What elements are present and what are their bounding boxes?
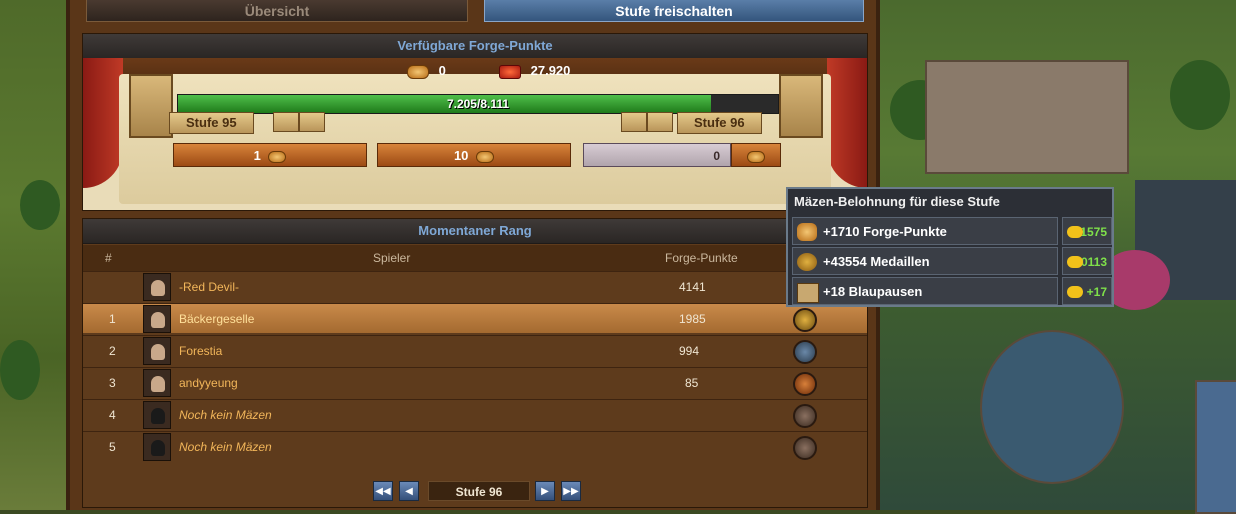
bonus-icon <box>1067 286 1083 298</box>
pager-label: Stufe 96 <box>428 481 530 501</box>
rank-panel: Momentaner Rang # Spieler Forge-Punkte B… <box>82 218 868 508</box>
tab-overview[interactable]: Übersicht <box>86 0 468 22</box>
available-fp-value: 0 <box>438 63 446 78</box>
avatar <box>143 337 171 365</box>
contribute-1-button[interactable]: 1 <box>173 143 367 167</box>
table-row[interactable]: 5 Noch kein Mäzen <box>83 431 867 461</box>
tree <box>1170 60 1230 130</box>
reward-row: +18 Blaupausen +17 <box>792 277 1112 305</box>
forge-points-panel: Verfügbare Forge-Punkte 0 27.920 7.205/8… <box>82 33 868 211</box>
map-background-left <box>0 0 70 510</box>
player-fp: 4141 <box>679 280 706 294</box>
tower-building <box>1195 380 1236 514</box>
last-page-icon[interactable]: ▶▶ <box>561 481 581 501</box>
table-row[interactable]: 2 Forestia 994 <box>83 335 867 365</box>
arrow-left-icon <box>647 112 673 132</box>
player-name: Noch kein Mäzen <box>179 408 272 422</box>
rank-title: Momentaner Rang <box>83 219 867 244</box>
player-name: Forestia <box>179 344 223 358</box>
tooltip-title: Mäzen-Belohnung für diese Stufe <box>794 194 1000 209</box>
medal-icon <box>797 253 817 271</box>
player-name: Bäckergeselle <box>179 312 255 326</box>
next-page-icon[interactable]: ▶ <box>535 481 555 501</box>
castle-left-icon <box>129 74 173 138</box>
tab-unlock-level[interactable]: Stufe freischalten <box>484 0 864 22</box>
player-name: Noch kein Mäzen <box>179 440 272 454</box>
bonus-icon <box>1067 256 1083 268</box>
table-row[interactable]: 4 Noch kein Mäzen <box>83 399 867 429</box>
table-header: # Spieler Forge-Punkte B <box>83 245 867 271</box>
level-progress-text: 7.205/8.111 <box>446 97 510 111</box>
great-building-window: Übersicht Stufe freischalten Verfügbare … <box>66 0 880 510</box>
player-fp: 994 <box>679 344 700 358</box>
city-building <box>925 60 1129 174</box>
reward-icon[interactable] <box>793 372 817 396</box>
tree <box>20 180 60 230</box>
tab-bar: Übersicht Stufe freischalten <box>86 0 866 22</box>
gems-value: 27.920 <box>530 63 571 78</box>
reward-icon[interactable] <box>793 308 817 332</box>
arrow-right-icon <box>299 112 325 132</box>
forge-points-icon <box>747 150 765 163</box>
prev-page-icon[interactable]: ◀ <box>399 481 419 501</box>
reward-icon[interactable] <box>793 404 817 428</box>
contribute-10-button[interactable]: 10 <box>377 143 571 167</box>
arrow-right-icon <box>273 112 299 132</box>
castle-right-icon <box>779 74 823 138</box>
current-level-label: Stufe 95 <box>169 112 254 134</box>
table-row[interactable]: 3 andyyeung 85 <box>83 367 867 397</box>
forge-points-icon <box>797 223 817 241</box>
reward-icon[interactable] <box>793 436 817 460</box>
next-level-label: Stufe 96 <box>677 112 762 134</box>
first-page-icon[interactable]: ◀◀ <box>373 481 393 501</box>
player-fp: 1985 <box>679 312 706 326</box>
forge-points-icon <box>476 150 495 163</box>
player-name: andyyeung <box>179 376 238 390</box>
avatar <box>143 433 171 461</box>
forge-points-icon <box>407 64 429 79</box>
reward-row: +1710 Forge-Punkte +1575 <box>792 217 1112 245</box>
reward-icon[interactable] <box>793 340 817 364</box>
forge-points-title: Verfügbare Forge-Punkte <box>83 34 867 59</box>
avatar <box>143 305 171 333</box>
avatar <box>143 369 171 397</box>
resource-values: 0 27.920 <box>83 60 867 82</box>
level-progress-bar: 7.205/8.111 <box>177 94 779 114</box>
player-fp: 85 <box>685 376 699 390</box>
reward-row: +43554 Medaillen +40113 <box>792 247 1112 275</box>
player-name: -Red Devil- <box>179 280 240 294</box>
custom-amount-input[interactable]: 0 <box>583 143 731 167</box>
forge-points-icon <box>268 150 287 163</box>
reward-tooltip: Mäzen-Belohnung für diese Stufe +1710 Fo… <box>786 187 1114 307</box>
table-row[interactable]: 1 Bäckergeselle 1985 <box>83 303 867 333</box>
tree <box>0 340 40 400</box>
contribute-custom-button[interactable] <box>731 143 781 167</box>
bonus-icon <box>1067 226 1083 238</box>
table-row[interactable]: -Red Devil- 4141 <box>83 271 867 301</box>
observatory-building <box>980 330 1124 484</box>
avatar <box>143 401 171 429</box>
level-pager: ◀◀ ◀ Stufe 96 ▶ ▶▶ <box>83 481 867 503</box>
gems-icon <box>499 64 521 79</box>
avatar <box>143 273 171 301</box>
blueprint-icon <box>797 283 819 303</box>
arrow-left-icon <box>621 112 647 132</box>
